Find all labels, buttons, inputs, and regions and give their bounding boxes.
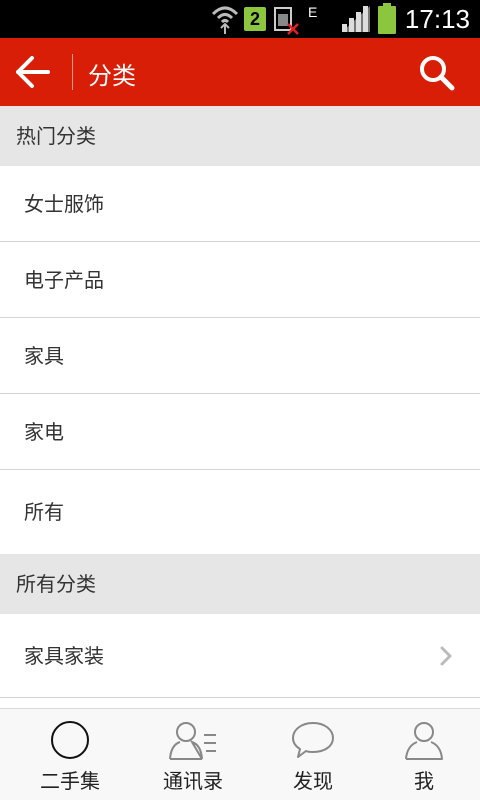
tab-label: 我 (414, 769, 434, 793)
chat-bubble-icon (292, 722, 334, 758)
page-title: 分类 (88, 62, 136, 90)
wifi-icon (211, 6, 239, 34)
app-bar-divider (72, 54, 73, 90)
search-button[interactable] (416, 52, 458, 94)
tab-secondhand[interactable]: 二手集 (10, 709, 130, 801)
tab-label: 通讯录 (163, 769, 223, 793)
tab-me[interactable]: 我 (364, 709, 480, 801)
section-header-all: 所有分类 (0, 554, 480, 614)
signal-icon (342, 6, 370, 32)
tab-contacts[interactable]: 通讯录 (133, 709, 253, 801)
category-item-furniture[interactable]: 家具 (0, 318, 480, 394)
chevron-right-icon (440, 646, 452, 666)
person-icon (405, 722, 443, 760)
no-sim-icon (274, 7, 299, 35)
status-time: 17:13 (404, 4, 470, 34)
category-item-womens-clothing[interactable]: 女士服饰 (0, 166, 480, 242)
app-bar: 分类 (0, 38, 480, 106)
tab-discover[interactable]: 发现 (253, 709, 373, 801)
battery-icon (378, 3, 396, 34)
circle-icon (51, 721, 89, 759)
category-item-home-furnishing[interactable]: 家具家装 (0, 614, 480, 698)
category-item-electronics[interactable]: 电子产品 (0, 242, 480, 318)
category-label: 女士服饰 (24, 192, 104, 216)
category-label: 电子产品 (24, 268, 104, 292)
category-item-appliances[interactable]: 家电 (0, 394, 480, 470)
back-button[interactable] (10, 48, 58, 96)
section-title: 热门分类 (16, 124, 96, 148)
tab-label: 发现 (293, 769, 333, 793)
bottom-nav: 二手集 通讯录 发现 我 (0, 708, 480, 800)
status-bar: 2 E 17:13 (0, 0, 480, 38)
category-label: 所有 (24, 500, 64, 524)
section-title: 所有分类 (16, 572, 96, 596)
section-header-hot: 热门分类 (0, 106, 480, 166)
network-type-label: E (308, 4, 318, 20)
contacts-icon (169, 722, 216, 760)
category-item-all[interactable]: 所有 (0, 470, 480, 554)
sim-slot-icon: 2 (244, 7, 266, 31)
category-label: 家具 (24, 344, 64, 368)
tab-label: 二手集 (40, 769, 100, 793)
search-icon (420, 56, 455, 91)
category-label: 家具家装 (24, 644, 104, 668)
back-arrow-icon (16, 56, 50, 88)
category-label: 家电 (24, 420, 64, 444)
